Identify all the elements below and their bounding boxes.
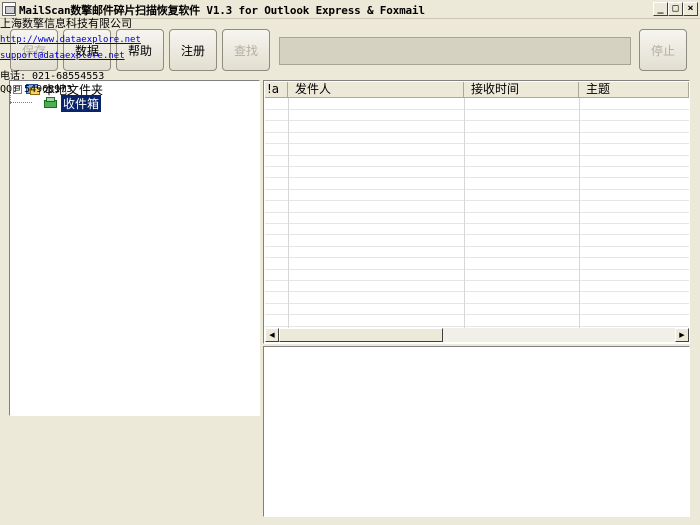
table-row: [265, 166, 689, 167]
minimize-button[interactable]: _: [653, 2, 668, 16]
table-row: [265, 291, 689, 293]
stop-button[interactable]: 停止: [639, 29, 687, 71]
column-header-subject[interactable]: 主题: [579, 82, 689, 98]
table-row: [265, 143, 689, 145]
table-row: [265, 314, 689, 316]
grid-divider: [464, 98, 465, 328]
status-progress-box: [279, 37, 631, 65]
inbox-icon: [43, 97, 59, 109]
table-row: [265, 131, 689, 133]
table-row: [265, 325, 689, 327]
maximize-button[interactable]: □: [668, 2, 683, 16]
message-preview-pane[interactable]: [263, 346, 690, 517]
table-row: [265, 302, 689, 304]
grid-divider: [579, 98, 580, 328]
table-row: [265, 257, 689, 259]
app-icon[interactable]: [2, 2, 16, 16]
find-button[interactable]: 查找: [222, 29, 270, 71]
table-row: [265, 223, 689, 224]
email-link[interactable]: support@dataexplore.net: [0, 51, 125, 61]
tree-connector: [10, 102, 32, 103]
website-link[interactable]: http://www.dataexplore.net: [0, 35, 141, 45]
folder-tree-panel: [9, 80, 260, 416]
horizontal-scrollbar[interactable]: ◀ ▶: [265, 328, 689, 342]
column-header-flags[interactable]: !a: [265, 82, 288, 98]
table-row: [265, 211, 689, 213]
phone-number: 电话: 021-68554553: [0, 71, 105, 82]
scroll-left-arrow-icon[interactable]: ◀: [265, 328, 279, 342]
table-row: [265, 280, 689, 281]
table-row: [265, 109, 689, 110]
table-row: [265, 268, 689, 270]
column-header-sender[interactable]: 发件人: [288, 82, 464, 98]
column-header-received-time[interactable]: 接收时间: [464, 82, 579, 98]
tree-node-inbox[interactable]: 收件箱: [43, 94, 102, 112]
company-name: 上海数擎信息科技有限公司: [0, 17, 132, 30]
table-row: [265, 234, 689, 236]
scroll-right-arrow-icon[interactable]: ▶: [675, 328, 689, 342]
table-row: [265, 154, 689, 156]
table-row: [265, 245, 689, 247]
table-row: [265, 177, 689, 179]
grid-divider: [288, 98, 289, 328]
tree-node-label: 收件箱: [61, 94, 102, 112]
message-list[interactable]: !a 发件人 接收时间 主题 ◀ ▶: [263, 80, 690, 344]
scroll-thumb[interactable]: [279, 328, 443, 342]
register-button[interactable]: 注册: [169, 29, 217, 71]
close-button[interactable]: ×: [683, 2, 698, 16]
table-row: [265, 188, 689, 190]
table-row: [265, 200, 689, 202]
table-row: [265, 120, 689, 122]
qq-number: QQ: 54968973: [0, 84, 73, 95]
